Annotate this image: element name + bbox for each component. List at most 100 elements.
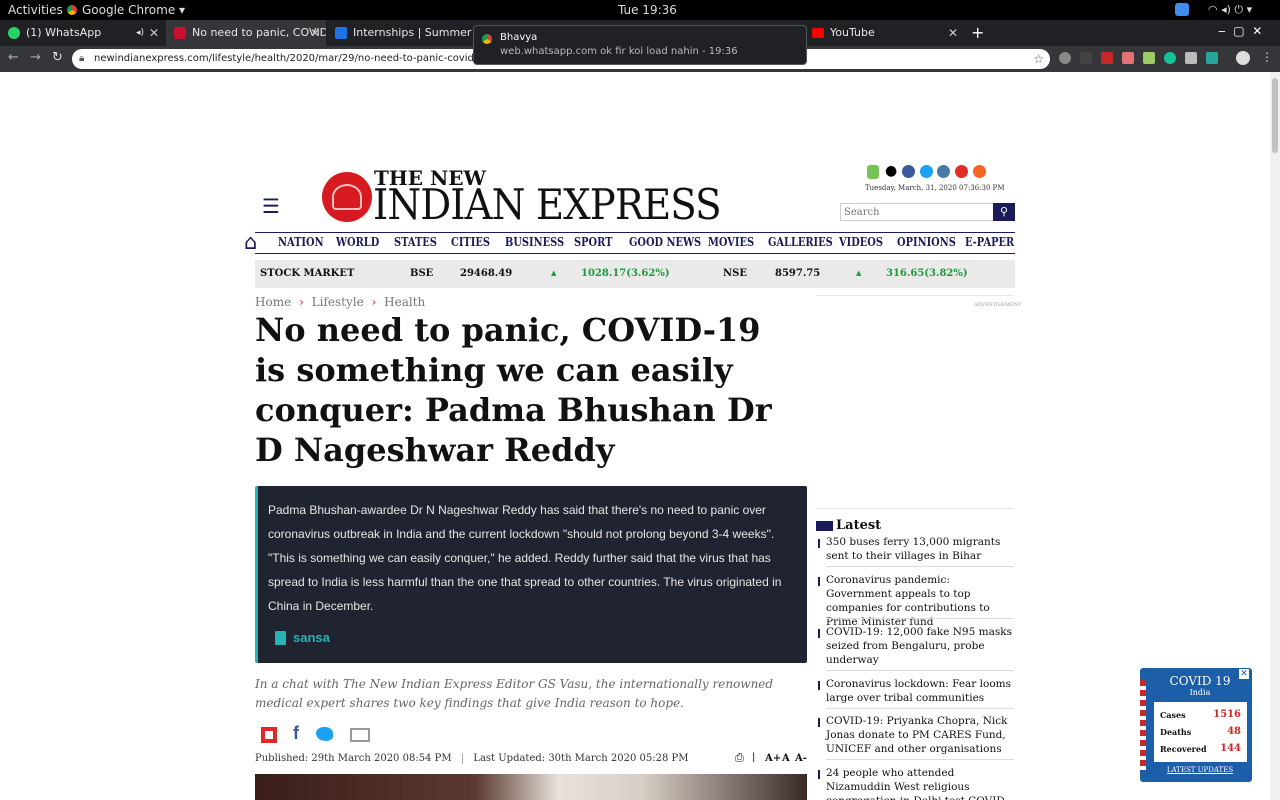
current-date: Tuesday, March, 31, 2020 07:36:30 PM (865, 184, 1005, 192)
page-scrollbar[interactable] (1270, 72, 1280, 800)
chrome-menu-icon[interactable]: ⋮ (1261, 50, 1273, 64)
grammarly-icon[interactable] (1164, 52, 1176, 64)
nse-change: 316.65(3.82%) (886, 268, 968, 279)
whatsapp-notification[interactable]: Bhavya web.whatsapp.com ok fir koi load … (473, 25, 807, 65)
font-smaller-button[interactable]: A- (795, 753, 807, 764)
nav-opinions[interactable]: OPINIONS (897, 235, 956, 249)
nav-cities[interactable]: CITIES (451, 235, 490, 249)
latest-item[interactable]: COVID-19: 12,000 fake N95 masks seized f… (818, 625, 1016, 667)
article-standfirst: In a chat with The New Indian Express Ed… (255, 677, 774, 710)
tab-label: Internships | Summer Inte (353, 26, 473, 39)
stock-label: STOCK MARKET (260, 268, 355, 279)
chevron-right-icon: › (299, 295, 304, 309)
font-normal-button[interactable]: A (782, 753, 790, 764)
nav-movies[interactable]: MOVIES (708, 235, 754, 249)
hamburger-menu-icon[interactable]: ☰ (262, 194, 280, 218)
search-icon[interactable]: ⚲ (993, 203, 1015, 221)
facebook-icon[interactable] (902, 165, 915, 178)
activities-button[interactable]: Activities (8, 3, 63, 17)
nav-business[interactable]: BUSINESS (505, 235, 564, 249)
breadcrumb-home[interactable]: Home (255, 295, 291, 309)
facebook-share-icon[interactable]: f (293, 723, 299, 744)
latest-updates-link[interactable]: LATEST UPDATES (1148, 766, 1252, 774)
close-tab-icon[interactable]: ✕ (948, 20, 958, 46)
whatsapp-icon (8, 27, 20, 39)
latest-item[interactable]: Coronavirus pandemic: Government appeals… (818, 573, 1016, 629)
web-page: ☰ THE NEW INDIAN EXPRESS ● Tuesday, Marc… (0, 72, 1270, 800)
profile-avatar-icon[interactable] (1236, 51, 1250, 65)
nse-label: NSE (723, 268, 747, 279)
breadcrumb-lifestyle[interactable]: Lifestyle (312, 295, 364, 309)
os-top-bar: Activities Google Chrome ▾ Tue 19:36 ◠ ◂… (0, 0, 1280, 20)
new-tab-button[interactable]: + (971, 23, 984, 42)
cases-value: 1516 (1213, 709, 1241, 720)
extension-icon[interactable] (1143, 52, 1155, 64)
search-input[interactable] (840, 203, 994, 221)
extension-icon[interactable] (1080, 52, 1092, 64)
nav-e-paper[interactable]: E-PAPER (965, 235, 1014, 249)
widget-title: COVID 19 (1169, 674, 1231, 688)
article-headline: No need to panic, COVID-19 is something … (255, 311, 772, 469)
clock[interactable]: Tue 19:36 (618, 3, 677, 17)
nav-sport[interactable]: SPORT (574, 235, 612, 249)
summary-source[interactable]: sansa (293, 630, 330, 645)
nav-world[interactable]: WORLD (336, 235, 379, 249)
tab-internships[interactable]: Internships | Summer Inte (327, 20, 473, 46)
nav-nation[interactable]: NATION (278, 235, 324, 249)
flipboard-icon[interactable] (261, 727, 277, 743)
latest-item[interactable]: COVID-19: Priyanka Chopra, Nick Jonas do… (818, 714, 1016, 756)
nav-good-news[interactable]: GOOD NEWS (629, 235, 701, 249)
recovered-value: 144 (1220, 743, 1241, 754)
email-share-icon[interactable] (350, 728, 370, 742)
up-arrow-icon: ▲ (856, 268, 862, 277)
extension-icon[interactable] (1185, 52, 1197, 64)
youtube-icon (812, 28, 824, 38)
latest-item[interactable]: 24 people who attended Nizamuddin West r… (818, 766, 1016, 800)
forward-icon[interactable]: → (30, 50, 41, 65)
instagram-icon[interactable] (937, 165, 950, 178)
bookmark-star-icon[interactable]: ☆ (1033, 49, 1044, 69)
bse-change: 1028.17(3.62%) (581, 268, 670, 279)
tab-youtube[interactable]: YouTube ✕ (804, 20, 964, 46)
lock-icon: 🔒︎ (79, 53, 85, 64)
notification-body: web.whatsapp.com ok fir koi load nahin -… (500, 46, 738, 57)
zoom-app-icon[interactable] (1175, 3, 1189, 16)
tab-article[interactable]: No need to panic, COVID- ✕ (166, 20, 326, 46)
twitter-icon[interactable] (920, 165, 933, 178)
widget-region: India (1189, 688, 1211, 697)
nav-states[interactable]: STATES (394, 235, 437, 249)
extension-pdf-icon[interactable] (1122, 52, 1134, 64)
system-status-icons[interactable]: ◠ ◂) ⏻ ▾ (1208, 3, 1252, 17)
latest-item[interactable]: Coronavirus lockdown: Fear looms large o… (818, 677, 1016, 705)
tab-whatsapp[interactable]: (1) WhatsApp ◂) ✕ (0, 20, 165, 46)
youtube-icon[interactable] (955, 165, 968, 178)
summary-text: Padma Bhushan-awardee Dr N Nageshwar Red… (268, 503, 782, 613)
extension-icon[interactable] (1206, 52, 1218, 64)
rss-icon[interactable] (973, 165, 986, 178)
close-tab-icon[interactable]: ✕ (310, 20, 320, 46)
chevron-right-icon: › (371, 295, 377, 309)
cases-label: Cases (1160, 710, 1186, 720)
extension-badge-icon[interactable] (1101, 52, 1113, 64)
close-tab-icon[interactable]: ✕ (149, 20, 159, 46)
font-larger-button[interactable]: A+ (765, 753, 781, 764)
summary-box: Padma Bhushan-awardee Dr N Nageshwar Red… (255, 486, 807, 663)
android-icon[interactable] (867, 165, 879, 179)
bse-label: BSE (410, 268, 434, 279)
apple-icon[interactable]: ● (885, 163, 897, 179)
app-menu[interactable]: Google Chrome ▾ (82, 3, 185, 17)
tab-label: (1) WhatsApp (26, 26, 102, 39)
nav-galleries[interactable]: GALLERIES (768, 235, 833, 249)
reload-icon[interactable]: ↻ (52, 50, 63, 65)
window-controls[interactable]: ‒ ▢ ✕ (1218, 24, 1262, 38)
nav-videos[interactable]: VIDEOS (839, 235, 883, 249)
site-logo[interactable]: INDIAN EXPRESS (373, 180, 722, 229)
tab-label: No need to panic, COVID- (192, 26, 326, 39)
breadcrumb-health[interactable]: Health (384, 295, 425, 309)
twitter-share-icon[interactable] (316, 727, 333, 741)
latest-item[interactable]: 350 buses ferry 13,000 migrants sent to … (818, 535, 1016, 563)
extension-gear-icon[interactable] (1059, 52, 1071, 64)
print-icon[interactable]: ⎙ (735, 751, 744, 765)
speaker-icon[interactable]: ◂) (136, 20, 144, 46)
back-icon[interactable]: ← (8, 50, 19, 65)
